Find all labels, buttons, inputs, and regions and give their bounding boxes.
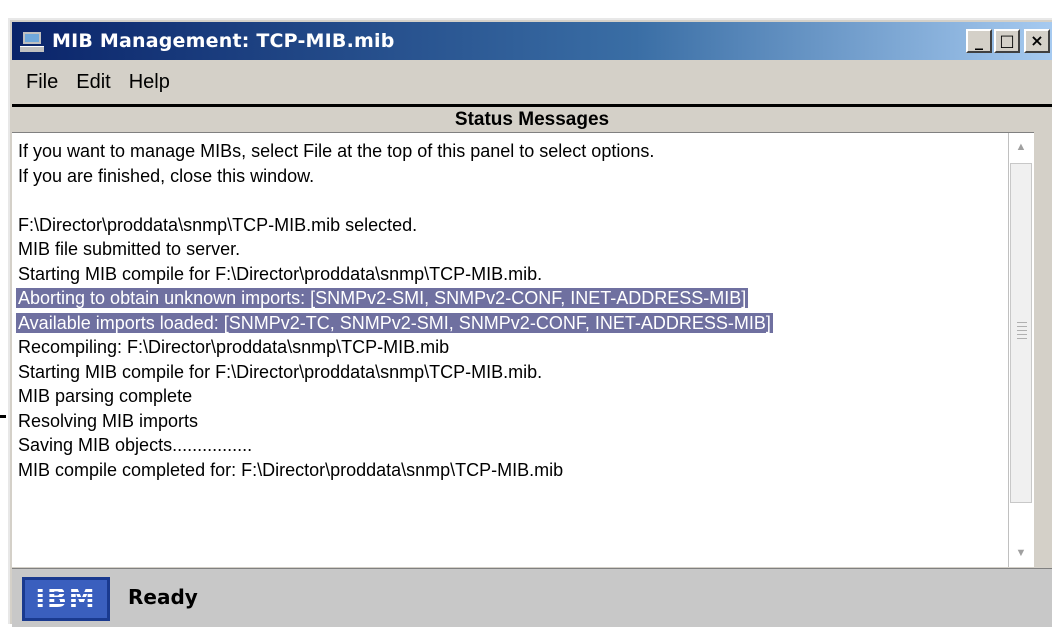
- message-line[interactable]: Recompiling: F:\Director\proddata\snmp\T…: [16, 335, 1004, 360]
- scroll-up-icon[interactable]: ▲: [1009, 135, 1033, 159]
- menu-file[interactable]: File: [26, 71, 58, 94]
- message-line[interactable]: [16, 188, 1004, 213]
- status-messages-title: Status Messages: [454, 109, 610, 130]
- message-line[interactable]: MIB parsing complete: [16, 384, 1004, 409]
- app-monitor-icon[interactable]: [20, 30, 44, 52]
- message-text: Saving MIB objects................: [18, 435, 253, 455]
- message-text: If you want to manage MIBs, select File …: [18, 141, 655, 161]
- status-bar: IBM Ready: [12, 568, 1052, 627]
- ibm-logo-text: IBM: [35, 584, 97, 614]
- grip-icon: [1017, 322, 1027, 342]
- message-text: MIB file submitted to server.: [18, 239, 241, 259]
- message-line[interactable]: If you are finished, close this window.: [16, 164, 1004, 189]
- message-line[interactable]: Starting MIB compile for F:\Director\pro…: [16, 262, 1004, 287]
- scrollbar-thumb[interactable]: [1010, 163, 1032, 503]
- scroll-down-icon[interactable]: ▼: [1009, 541, 1033, 565]
- message-text: Aborting to obtain unknown imports: [SNM…: [16, 288, 749, 308]
- maximize-button[interactable]: □: [994, 29, 1020, 53]
- menu-separator: [12, 104, 1052, 107]
- menu-help[interactable]: Help: [129, 71, 170, 94]
- mib-management-window: MIB Management: TCP-MIB.mib _ □ × File E…: [8, 18, 1052, 627]
- message-text: Recompiling: F:\Director\proddata\snmp\T…: [18, 337, 450, 357]
- message-line[interactable]: If you want to manage MIBs, select File …: [16, 139, 1004, 164]
- status-messages-area[interactable]: If you want to manage MIBs, select File …: [12, 132, 1034, 567]
- window-controls: _ □ ×: [966, 29, 1050, 53]
- message-line[interactable]: Aborting to obtain unknown imports: [SNM…: [16, 286, 1004, 311]
- message-line[interactable]: MIB file submitted to server.: [16, 237, 1004, 262]
- menu-bar: File Edit Help: [12, 64, 1052, 100]
- message-text: MIB parsing complete: [18, 386, 193, 406]
- message-line[interactable]: Starting MIB compile for F:\Director\pro…: [16, 360, 1004, 385]
- minimize-button[interactable]: _: [966, 29, 992, 53]
- message-text: Resolving MIB imports: [18, 410, 199, 431]
- message-text: If you are finished, close this window.: [18, 165, 315, 186]
- message-line[interactable]: F:\Director\proddata\snmp\TCP-MIB.mib se…: [16, 213, 1004, 238]
- message-line[interactable]: Available imports loaded: [SNMPv2-TC, SN…: [16, 311, 1004, 336]
- menu-edit[interactable]: Edit: [76, 71, 110, 94]
- message-list: If you want to manage MIBs, select File …: [16, 139, 1004, 482]
- left-edge-mark: [0, 415, 6, 418]
- message-text: MIB compile completed for: F:\Director\p…: [18, 459, 564, 480]
- status-text: Ready: [128, 585, 198, 609]
- message-text: [16, 190, 20, 210]
- title-bar[interactable]: MIB Management: TCP-MIB.mib _ □ ×: [12, 22, 1052, 60]
- message-text: F:\Director\proddata\snmp\TCP-MIB.mib se…: [18, 214, 418, 235]
- vertical-scrollbar[interactable]: ▲ ▼: [1008, 133, 1034, 567]
- message-text: Starting MIB compile for F:\Director\pro…: [18, 361, 543, 382]
- ibm-logo: IBM: [22, 577, 110, 621]
- message-line[interactable]: Resolving MIB imports: [16, 409, 1004, 434]
- message-text: Starting MIB compile for F:\Director\pro…: [18, 263, 543, 284]
- window-title: MIB Management: TCP-MIB.mib: [52, 30, 395, 52]
- close-button[interactable]: ×: [1024, 29, 1050, 53]
- message-text: Available imports loaded: [SNMPv2-TC, SN…: [16, 312, 773, 333]
- message-line[interactable]: Saving MIB objects................: [16, 433, 1004, 458]
- message-line[interactable]: MIB compile completed for: F:\Director\p…: [16, 458, 1004, 483]
